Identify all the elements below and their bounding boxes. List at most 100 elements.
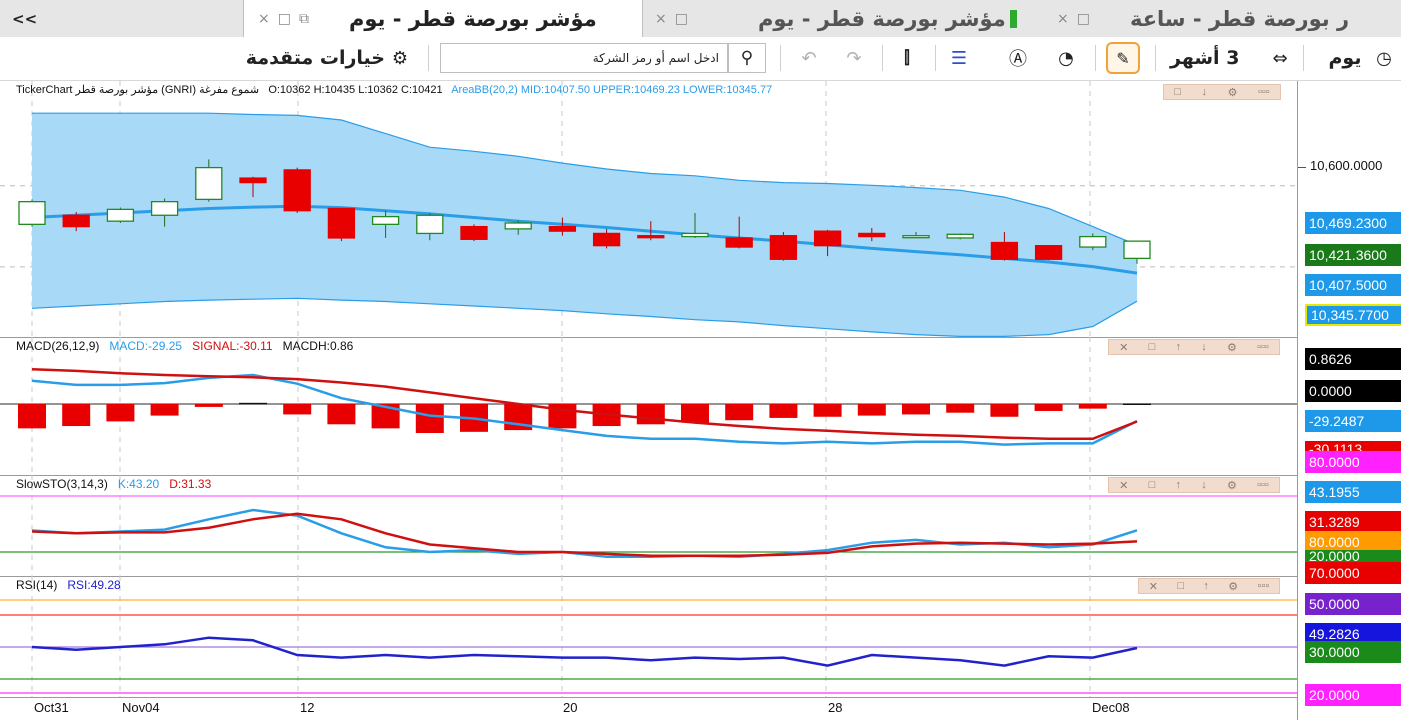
arrow-up-icon[interactable]: ↑ — [1176, 341, 1182, 353]
maximize-icon[interactable]: □ — [1174, 86, 1181, 98]
restore-icon[interactable]: ⧉ — [299, 11, 309, 27]
upper-band-label: 10,469.2300 — [1305, 212, 1401, 234]
legend-signal: SIGNAL:-30.11 — [192, 339, 273, 353]
candle-body — [548, 225, 577, 232]
legend-name: RSI(14) — [16, 578, 58, 592]
candle-body — [990, 241, 1019, 260]
candle-body — [769, 235, 798, 260]
settings-icon[interactable]: ⚙ — [1228, 580, 1238, 593]
panel-controls[interactable]: ✕ □ ↑ ↓ ⚙ ▫▫▫ — [1108, 339, 1280, 355]
sto-upper-label: 80.0000 — [1305, 451, 1401, 473]
gear-icon[interactable]: ⚙ — [385, 43, 415, 73]
histogram-bar — [946, 404, 975, 413]
histogram-bar — [769, 404, 798, 418]
candle-body — [681, 232, 709, 238]
candle-body — [416, 214, 444, 235]
histogram-bar — [725, 404, 754, 421]
maximize-icon[interactable]: □ — [1149, 479, 1156, 491]
stochastic-panel[interactable]: SlowSTO(3,14,3) K:43.20 D:31.33 ✕ □ ↑ ↓ ⚙ ▫▫▫ — [0, 475, 1297, 577]
histogram-bar — [18, 404, 46, 429]
maximize-icon[interactable]: □ — [278, 11, 291, 27]
arrow-up-icon[interactable]: ↑ — [1203, 580, 1209, 592]
search-icon[interactable]: ⚲ — [728, 43, 766, 73]
tab-3[interactable]: × □ ر بورصة قطر - ساعة — [1043, 0, 1401, 37]
more-icon[interactable]: ▫▫▫ — [1257, 341, 1269, 353]
rsi-50-label: 50.0000 — [1305, 593, 1401, 615]
trend-icon[interactable]: ◔ — [1052, 43, 1080, 73]
histogram-bar — [1034, 404, 1063, 411]
macd-chart — [0, 337, 1297, 475]
maximize-icon[interactable]: □ — [1077, 11, 1090, 27]
tab-2[interactable]: × □ مؤشر بورصة قطر - يوم — [643, 0, 1043, 37]
panel-controls[interactable]: ✕ □ ↑ ⚙ ▫▫▫ — [1138, 578, 1280, 594]
candle-body — [327, 207, 356, 239]
search-placeholder: ادخل اسم أو رمز الشركة — [592, 51, 719, 65]
rsi-legend: RSI(14) RSI:49.28 — [16, 578, 121, 592]
close-icon[interactable]: × — [258, 11, 270, 27]
mid-band-label: 10,407.5000 — [1305, 274, 1401, 296]
sto-lower-label: 20.0000 — [1305, 550, 1401, 562]
maximize-icon[interactable]: □ — [1177, 580, 1184, 592]
settings-icon[interactable]: ⚙ — [1227, 479, 1237, 492]
candle-body — [195, 166, 223, 201]
macd-panel[interactable]: MACD(26,12,9) MACD:-29.25 SIGNAL:-30.11 … — [0, 337, 1297, 476]
redo-icon[interactable]: ↷ — [840, 43, 868, 73]
collapse-button[interactable]: << — [12, 0, 37, 37]
auto-icon[interactable]: Ⓐ — [1004, 43, 1032, 73]
histogram-bar — [1123, 403, 1151, 406]
close-icon[interactable]: × — [1057, 11, 1069, 27]
arrow-down-icon[interactable]: ↓ — [1201, 479, 1207, 491]
more-icon[interactable]: ▫▫▫ — [1257, 479, 1269, 491]
period-selector[interactable]: 3 أشهر — [1170, 43, 1265, 73]
legend-name: MACD(26,12,9) — [16, 339, 100, 353]
tab-title: مؤشر بورصة قطر - يوم — [757, 6, 1006, 31]
close-icon[interactable]: ✕ — [1119, 341, 1128, 354]
candle-body — [150, 201, 179, 216]
histogram-bar — [62, 404, 91, 427]
tab-1[interactable]: × □ ⧉ مؤشر بورصة قطر - يوم — [243, 0, 643, 37]
arrow-up-icon[interactable]: ↑ — [1176, 479, 1182, 491]
panel-controls[interactable]: ✕ □ ↑ ↓ ⚙ ▫▫▫ — [1108, 477, 1280, 493]
maximize-icon[interactable]: □ — [675, 11, 688, 27]
undo-icon[interactable]: ↶ — [795, 43, 823, 73]
interval-label: يوم — [1328, 47, 1362, 69]
arrow-down-icon[interactable]: ↓ — [1201, 341, 1207, 353]
search-input[interactable]: ادخل اسم أو رمز الشركة — [440, 43, 728, 73]
tab-bar: << × □ ⧉ مؤشر بورصة قطر - يوم × □ مؤشر ب… — [0, 0, 1401, 38]
active-indicator-icon — [1009, 9, 1017, 28]
interval-selector[interactable]: يوم — [1320, 43, 1370, 73]
time-axis: Oct31 Nov04 12 20 28 Dec08 — [0, 698, 1297, 720]
legend-bb: AreaBB(20,2) MID:10407.50 UPPER:10469.23… — [451, 84, 773, 96]
rsi-panel[interactable]: RSI(14) RSI:49.28 ✕ □ ↑ ⚙ ▫▫▫ — [0, 576, 1297, 698]
candle-body — [858, 232, 886, 238]
clock-icon: ◷ — [1376, 47, 1392, 69]
indicators-icon[interactable]: ☰ — [945, 43, 973, 73]
candle-body — [813, 230, 842, 247]
panel-controls[interactable]: □ ↓ ⚙ ▫▫▫ — [1163, 84, 1281, 100]
arrow-down-icon[interactable]: ↓ — [1202, 86, 1208, 98]
price-legend: TickerChart مؤشر بورصة قطر (GNRI) شموع م… — [16, 83, 772, 96]
advanced-options-button[interactable]: خيارات متقدمة — [225, 43, 385, 73]
legend-rsi: RSI:49.28 — [67, 578, 121, 592]
period-label: 3 أشهر — [1170, 47, 1240, 69]
rsi-chart — [0, 576, 1297, 697]
drawing-tools-icon[interactable]: ✎ — [1106, 42, 1140, 74]
maximize-icon[interactable]: □ — [1149, 341, 1156, 353]
toolbar: خيارات متقدمة ⚙ ادخل اسم أو رمز الشركة ⚲… — [0, 37, 1401, 81]
candle-body — [504, 222, 532, 230]
compare-icon[interactable]: ⫿ — [893, 43, 921, 73]
close-icon[interactable]: × — [655, 11, 667, 27]
price-panel[interactable]: TickerChart مؤشر بورصة قطر (GNRI) شموع م… — [0, 81, 1297, 338]
histogram-bar — [239, 402, 267, 405]
settings-icon[interactable]: ⚙ — [1227, 341, 1237, 354]
value-axis: 10,600.0000 10,469.2300 10,421.3600 10,4… — [1297, 81, 1401, 720]
close-icon[interactable]: ✕ — [1149, 580, 1158, 593]
x-tick-label: 12 — [300, 700, 315, 715]
sto-legend: SlowSTO(3,14,3) K:43.20 D:31.33 — [16, 477, 211, 491]
candle-body — [1123, 240, 1151, 260]
settings-icon[interactable]: ⚙ — [1228, 86, 1238, 99]
more-icon[interactable]: ▫▫▫ — [1258, 86, 1270, 98]
more-icon[interactable]: ▫▫▫ — [1258, 580, 1270, 592]
candle-body — [1034, 245, 1063, 260]
close-icon[interactable]: ✕ — [1119, 479, 1128, 492]
